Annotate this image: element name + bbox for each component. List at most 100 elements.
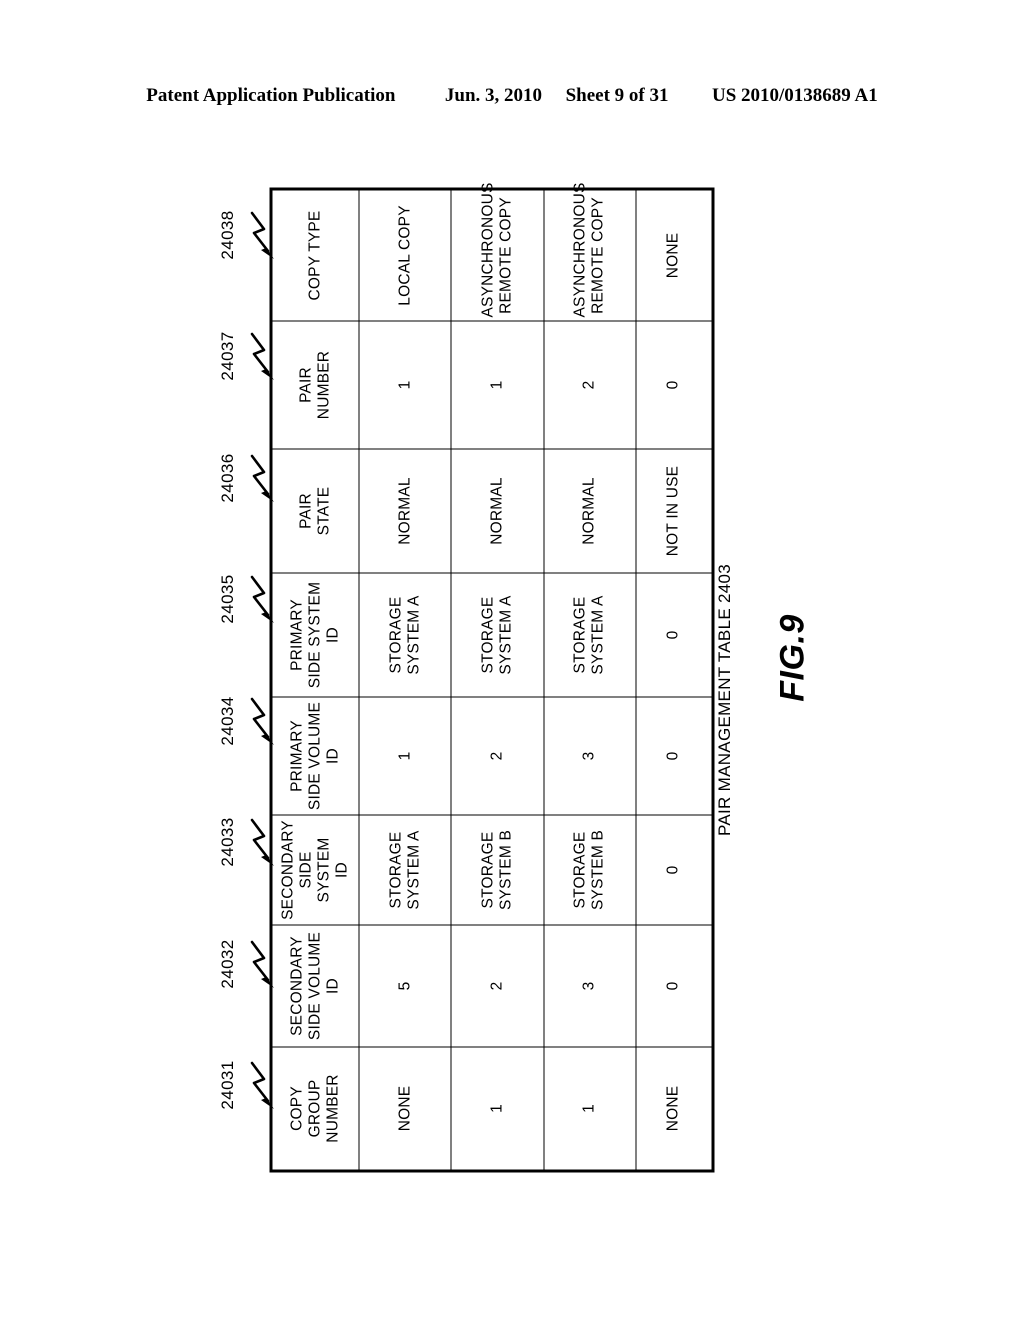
cell-line: SYSTEM B bbox=[589, 829, 607, 910]
cell-line: LOCAL COPY bbox=[396, 204, 414, 306]
cell-line: COPY bbox=[288, 1085, 306, 1131]
cell-line: SIDE VOLUME bbox=[306, 931, 324, 1040]
cell-r3-24038: 1 bbox=[543, 1046, 637, 1171]
cell-r4-24032: 0 bbox=[636, 320, 713, 449]
figure-label: FIG.9 bbox=[774, 614, 813, 702]
cell-r1-24036: STORAGE SYSTEM A bbox=[359, 814, 452, 925]
field-header-24034: PRIMARY SIDE SYSTEM ID bbox=[271, 572, 360, 697]
cell-line: REMOTE COPY bbox=[497, 196, 515, 314]
cell-r3-24031: ASYNCHRONOUS REMOTE COPY bbox=[543, 182, 637, 321]
table-row: NONE 5 STORAGE SYSTEM A 1 STORAGE SYSTEM A NORM… bbox=[359, 188, 452, 1171]
cell-r2-24032: 1 bbox=[451, 320, 544, 449]
cell-r2-24036: STORAGE SYSTEM B bbox=[451, 814, 544, 925]
cell-line: STORAGE bbox=[571, 596, 589, 673]
cell-line: 2 bbox=[488, 981, 506, 990]
cell-line: 1 bbox=[580, 1103, 598, 1113]
cell-line: NOT IN USE bbox=[664, 465, 682, 556]
cell-r1-24035: 1 bbox=[359, 696, 452, 815]
figure-label-text: FIG.9 bbox=[773, 614, 812, 702]
cell-line: SIDE SYSTEM bbox=[306, 581, 324, 688]
cell-line: STORAGE bbox=[479, 596, 497, 673]
cell-r3-24033: NORMAL bbox=[543, 448, 637, 573]
cell-r4-24035: 0 bbox=[636, 696, 713, 815]
cell-line: PRIMARY bbox=[288, 598, 306, 671]
cell-r3-24032: 2 bbox=[543, 320, 637, 449]
cell-line: ASYNCHRONOUS bbox=[479, 181, 497, 317]
cell-line: ID bbox=[324, 747, 342, 764]
field-header-24032: PAIR NUMBER bbox=[271, 320, 360, 449]
table-caption: PAIR MANAGEMENT TABLE 2403 bbox=[715, 564, 745, 836]
cell-line: NONE bbox=[396, 1085, 414, 1131]
field-header-24031: COPY TYPE bbox=[271, 188, 360, 321]
cell-r3-24034: STORAGE SYSTEM A bbox=[543, 572, 637, 697]
cell-r2-24033: NORMAL bbox=[451, 448, 544, 573]
cell-line: 0 bbox=[664, 981, 682, 990]
cell-line: SECONDARY bbox=[279, 819, 297, 920]
cell-r2-24034: STORAGE SYSTEM A bbox=[451, 572, 544, 697]
table-row: 1 2 STORAGE SYSTEM B 2 STORAGE SYSTEM A NORMAL 1… bbox=[451, 182, 544, 1171]
cell-line: 1 bbox=[396, 751, 414, 760]
cell-line: PRIMARY bbox=[288, 719, 306, 792]
cell-r4-24034: 0 bbox=[636, 572, 713, 697]
cell-line: SYSTEM A bbox=[405, 594, 423, 675]
cell-line: STORAGE bbox=[387, 596, 405, 673]
cell-line: ID bbox=[324, 626, 342, 643]
cell-line: 0 bbox=[664, 630, 682, 639]
cell-line: PAIR bbox=[297, 366, 315, 403]
cell-r3-24037: 3 bbox=[543, 924, 637, 1047]
cell-line: SYSTEM A bbox=[497, 594, 515, 675]
cell-line: NORMAL bbox=[580, 476, 598, 545]
table-caption-text: PAIR MANAGEMENT TABLE 2403 bbox=[715, 563, 734, 837]
cell-r2-24037: 2 bbox=[451, 924, 544, 1047]
cell-line: 0 bbox=[664, 380, 682, 389]
cell-line: 2 bbox=[580, 380, 598, 389]
cell-r1-24032: 1 bbox=[359, 320, 452, 449]
cell-line: 0 bbox=[664, 865, 682, 874]
cell-line: 2 bbox=[488, 751, 506, 760]
cell-line: SIDE SYSTEM bbox=[297, 837, 333, 902]
cell-r2-24038: 1 bbox=[451, 1046, 544, 1171]
cell-line: 0 bbox=[664, 751, 682, 760]
cell-r3-24035: 3 bbox=[543, 696, 637, 815]
cell-line: ASYNCHRONOUS bbox=[571, 181, 589, 317]
cell-line: STORAGE bbox=[479, 831, 497, 908]
field-header-24035: PRIMARY SIDE VOLUME ID bbox=[271, 696, 360, 815]
field-header-24033: PAIR STATE bbox=[271, 448, 360, 573]
cell-r2-24035: 2 bbox=[451, 696, 544, 815]
cell-line: STORAGE bbox=[387, 831, 405, 908]
cell-r2-24031: ASYNCHRONOUS REMOTE COPY bbox=[451, 182, 544, 321]
cell-line: NONE bbox=[664, 232, 682, 278]
cell-r4-24036: 0 bbox=[636, 814, 713, 925]
table-row: 1 3 STORAGE SYSTEM B 3 STORAGE SYSTEM A NORMAL 2… bbox=[543, 182, 637, 1171]
cell-line: NONE bbox=[664, 1085, 682, 1131]
figure-drawing-area: 24031 24032 24033 24034 24035 24036 24037 24038… bbox=[0, 0, 1024, 1320]
cell-line: 1 bbox=[488, 380, 506, 389]
cell-line: ID bbox=[324, 977, 342, 994]
cell-r4-24033: NOT IN USE bbox=[636, 448, 713, 573]
field-header-24037: SECONDARY SIDE VOLUME ID bbox=[271, 924, 360, 1047]
field-header-24038: COPY GROUP NUMBER bbox=[271, 1046, 360, 1171]
cell-line: NUMBER bbox=[315, 350, 333, 419]
cell-line: SIDE VOLUME bbox=[306, 701, 324, 810]
cell-line: STORAGE bbox=[571, 831, 589, 908]
cell-r4-24031: NONE bbox=[636, 188, 713, 321]
cell-line: SYSTEM A bbox=[405, 829, 423, 910]
cell-line: NORMAL bbox=[396, 476, 414, 545]
cell-r4-24037: 0 bbox=[636, 924, 713, 1047]
cell-r1-24033: NORMAL bbox=[359, 448, 452, 573]
cell-line: 3 bbox=[580, 751, 598, 760]
cell-line: NORMAL bbox=[488, 476, 506, 545]
cell-line: 1 bbox=[488, 1103, 506, 1113]
cell-line: SYSTEM B bbox=[497, 829, 515, 910]
cell-line: 1 bbox=[396, 380, 414, 389]
field-header-24036: SECONDARY SIDE SYSTEM ID bbox=[271, 814, 360, 925]
cell-r1-24038: NONE bbox=[359, 1046, 452, 1171]
cell-line: PAIR bbox=[297, 492, 315, 529]
cell-line: ID bbox=[333, 861, 351, 878]
pair-management-table-wrapper: COPY GROUP NUMBER SECONDARY SIDE VOLUME ID SEC… bbox=[269, 182, 715, 1172]
pair-management-table: COPY GROUP NUMBER SECONDARY SIDE VOLUME ID SEC… bbox=[269, 182, 715, 1172]
cell-line: 3 bbox=[580, 981, 598, 990]
cell-r4-24038: NONE bbox=[636, 1046, 713, 1171]
cell-line: COPY TYPE bbox=[306, 210, 324, 300]
cell-line: GROUP bbox=[306, 1079, 324, 1137]
